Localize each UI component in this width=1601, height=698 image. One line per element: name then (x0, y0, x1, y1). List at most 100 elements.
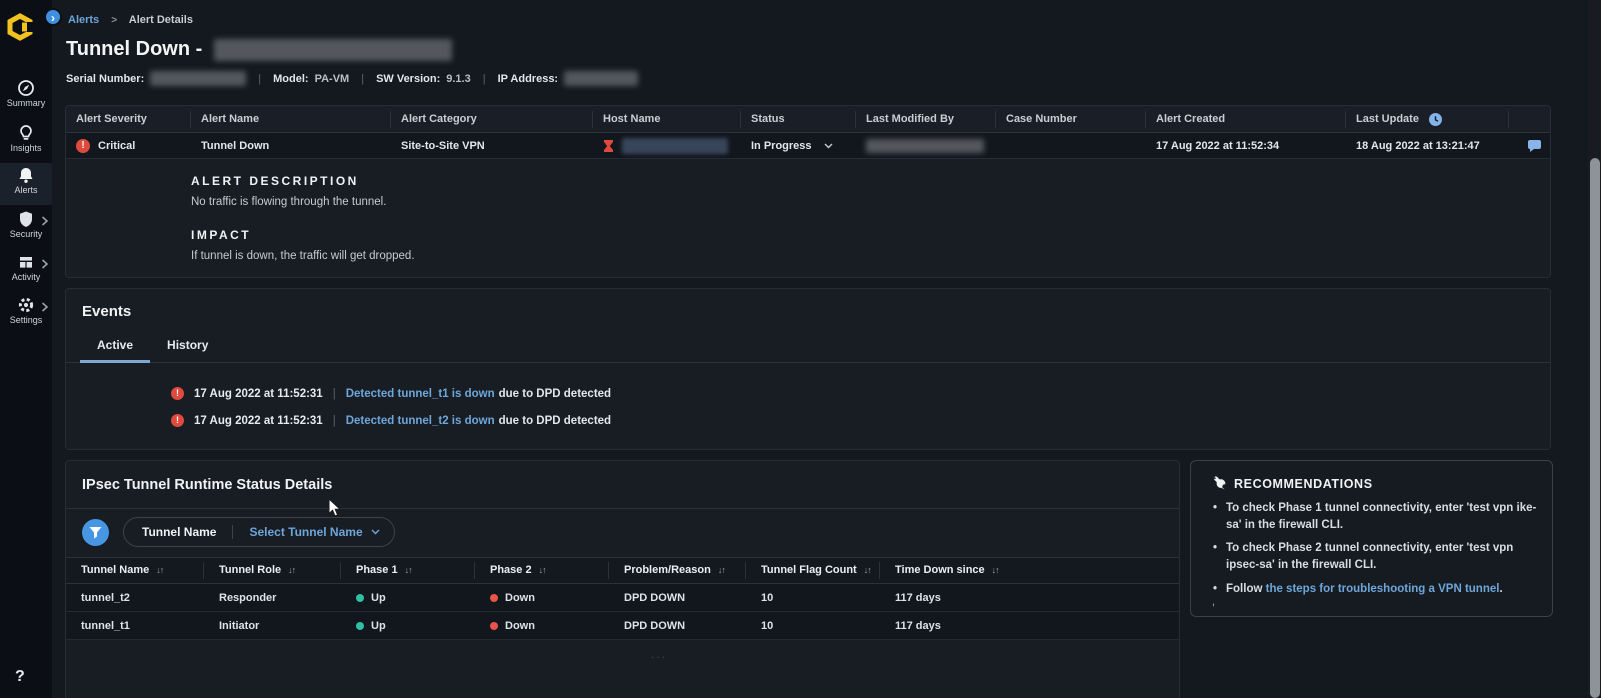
tunnel-row[interactable]: tunnel_t2 Responder Up Down DPD DOWN 10 … (66, 584, 1179, 612)
alert-description-block: ALERT DESCRIPTION No traffic is flowing … (191, 174, 386, 208)
sidebar-item-security[interactable]: Security (0, 207, 52, 249)
sw-version-label: SW Version: (376, 73, 440, 85)
event-link[interactable]: Detected tunnel_t1 is down (346, 388, 495, 400)
sort-icon[interactable]: ↓↑ (992, 562, 999, 579)
phase1-value: Up (371, 620, 386, 632)
sort-icon[interactable]: ↓↑ (864, 562, 871, 579)
col-phase-2[interactable]: Phase 2 ↓↑ (475, 562, 609, 579)
col-problem-reason[interactable]: Problem/Reason↓↑ (609, 562, 746, 579)
event-row: ! 17 Aug 2022 at 11:52:31 | Detected tun… (171, 387, 611, 400)
sort-icon[interactable]: ↓↑ (288, 562, 295, 579)
event-critical-icon: ! (171, 414, 184, 427)
last-modified-by-cell (856, 139, 996, 153)
tunnel-status-panel: IPsec Tunnel Runtime Status Details Tunn… (65, 460, 1180, 698)
sort-icon[interactable]: ↓↑ (405, 562, 412, 579)
troubleshooting-link[interactable]: the steps for troubleshooting a VPN tunn… (1266, 583, 1500, 595)
status-value: In Progress (751, 140, 812, 152)
alert-category-cell: Site-to-Site VPN (391, 140, 593, 152)
serial-number-label: Serial Number: (66, 73, 144, 85)
tunnel-role-cell: Initiator (204, 620, 341, 632)
sort-icon[interactable]: ↓↑ (156, 562, 163, 579)
shield-icon (17, 210, 35, 228)
breadcrumb-alerts-link[interactable]: Alerts (68, 14, 99, 26)
col-tunnel-role[interactable]: Tunnel Role↓↑ (204, 562, 341, 579)
time-down-cell: 117 days (880, 592, 1179, 604)
phase1-value: Up (371, 592, 386, 604)
filter-button[interactable] (82, 519, 109, 546)
recommendation-text: To check Phase 2 tunnel connectivity, en… (1226, 542, 1513, 571)
event-time: 17 Aug 2022 at 11:52:31 (194, 388, 323, 400)
tunnel-filter-row: Tunnel Name Select Tunnel Name (82, 517, 395, 547)
phase1-cell: Up (341, 620, 475, 632)
col-phase-1[interactable]: Phase 1 ↓↑ (341, 562, 475, 579)
alert-created-cell: 17 Aug 2022 at 11:52:34 (1146, 140, 1346, 152)
impact-heading: IMPACT (191, 228, 415, 242)
col-tunnel-name[interactable]: Tunnel Name ↓↑ (66, 562, 204, 579)
redacted-last-modified-by (866, 139, 984, 153)
breadcrumb: Alerts > Alert Details (68, 14, 193, 26)
breadcrumb-separator: > (111, 15, 117, 26)
sidebar-item-alerts[interactable]: Alerts (0, 163, 52, 205)
tab-active[interactable]: Active (80, 332, 150, 362)
col-last-update: Last Update (1346, 111, 1509, 128)
redacted-serial-number (150, 71, 246, 86)
sidebar-item-insights[interactable]: Insights (0, 121, 52, 163)
recommendation-text: Follow (1226, 583, 1266, 595)
sidebar-item-summary[interactable]: Summary (0, 76, 52, 118)
help-button[interactable]: ? (15, 668, 25, 686)
recommendations-panel: RECOMMENDATIONS To check Phase 1 tunnel … (1190, 460, 1553, 617)
redacted-tunnel-name (214, 39, 452, 61)
impact-text: If tunnel is down, the traffic will get … (191, 250, 415, 262)
tunnel-name-select[interactable]: Select Tunnel Name (249, 525, 379, 539)
sort-icon[interactable]: ↓↑ (718, 562, 725, 579)
divider (66, 508, 1179, 509)
sidebar-expand-button[interactable]: › (44, 8, 62, 26)
alert-details-screen: Summary Insights Alerts Security (0, 0, 1601, 698)
tunnel-row[interactable]: tunnel_t1 Initiator Up Down DPD DOWN 10 … (66, 612, 1179, 640)
meta-separator: | (361, 73, 364, 85)
alert-description-heading: ALERT DESCRIPTION (191, 174, 386, 188)
sidebar-item-label: Activity (0, 272, 52, 282)
last-update-cell: 18 Aug 2022 at 13:21:47 (1346, 140, 1509, 152)
sw-version-value: 9.1.3 (446, 73, 470, 85)
alert-name-cell: Tunnel Down (191, 140, 391, 152)
chevron-right-icon (41, 259, 49, 269)
event-time: 17 Aug 2022 at 11:52:31 (194, 415, 323, 427)
redacted-ip-address (564, 71, 638, 86)
col-time-down-since[interactable]: Time Down since ↓↑ (880, 562, 1179, 579)
col-tunnel-flag-count[interactable]: Tunnel Flag Count↓↑ (746, 562, 880, 579)
alert-row[interactable]: ! Critical Tunnel Down Site-to-Site VPN … (66, 133, 1550, 159)
recommendation-item: To check Phase 2 tunnel connectivity, en… (1213, 540, 1538, 573)
sidebar-item-label: Alerts (0, 185, 52, 195)
phase2-value: Down (505, 592, 535, 604)
status-cell[interactable]: In Progress (741, 140, 856, 152)
meta-separator: | (258, 73, 261, 85)
meta-separator: | (483, 73, 486, 85)
tab-history[interactable]: History (150, 332, 225, 362)
sidebar-item-settings[interactable]: Settings (0, 293, 52, 335)
phase2-cell: Down (475, 592, 609, 604)
chevron-down-icon[interactable] (824, 143, 833, 149)
flag-count-cell: 10 (746, 592, 880, 604)
sidebar-item-activity[interactable]: Activity (0, 250, 52, 292)
col-label: Phase 2 (490, 562, 532, 579)
chevron-right-icon (41, 216, 49, 226)
tunnel-role-cell: Responder (204, 592, 341, 604)
scrollbar-thumb[interactable] (1590, 158, 1600, 698)
tunnel-table-header: Tunnel Name ↓↑ Tunnel Role↓↑ Phase 1 ↓↑ Ph… (66, 557, 1179, 584)
col-label: Phase 1 (356, 562, 398, 579)
bell-icon (17, 166, 35, 184)
lightbulb-icon (17, 124, 35, 142)
sort-icon[interactable]: ↓↑ (539, 562, 546, 579)
event-row: ! 17 Aug 2022 at 11:52:31 | Detected tun… (171, 414, 611, 427)
col-label: Time Down since (895, 562, 985, 579)
status-up-dot (356, 622, 364, 630)
tunnel-name-cell: tunnel_t2 (66, 592, 204, 604)
impact-block: IMPACT If tunnel is down, the traffic wi… (191, 228, 415, 262)
comment-icon[interactable] (1527, 139, 1542, 153)
col-label: Tunnel Name (81, 562, 149, 579)
event-critical-icon: ! (171, 387, 184, 400)
clock-icon[interactable] (1429, 113, 1442, 126)
event-link[interactable]: Detected tunnel_t2 is down (346, 415, 495, 427)
recommendations-list: To check Phase 1 tunnel connectivity, en… (1213, 500, 1538, 597)
